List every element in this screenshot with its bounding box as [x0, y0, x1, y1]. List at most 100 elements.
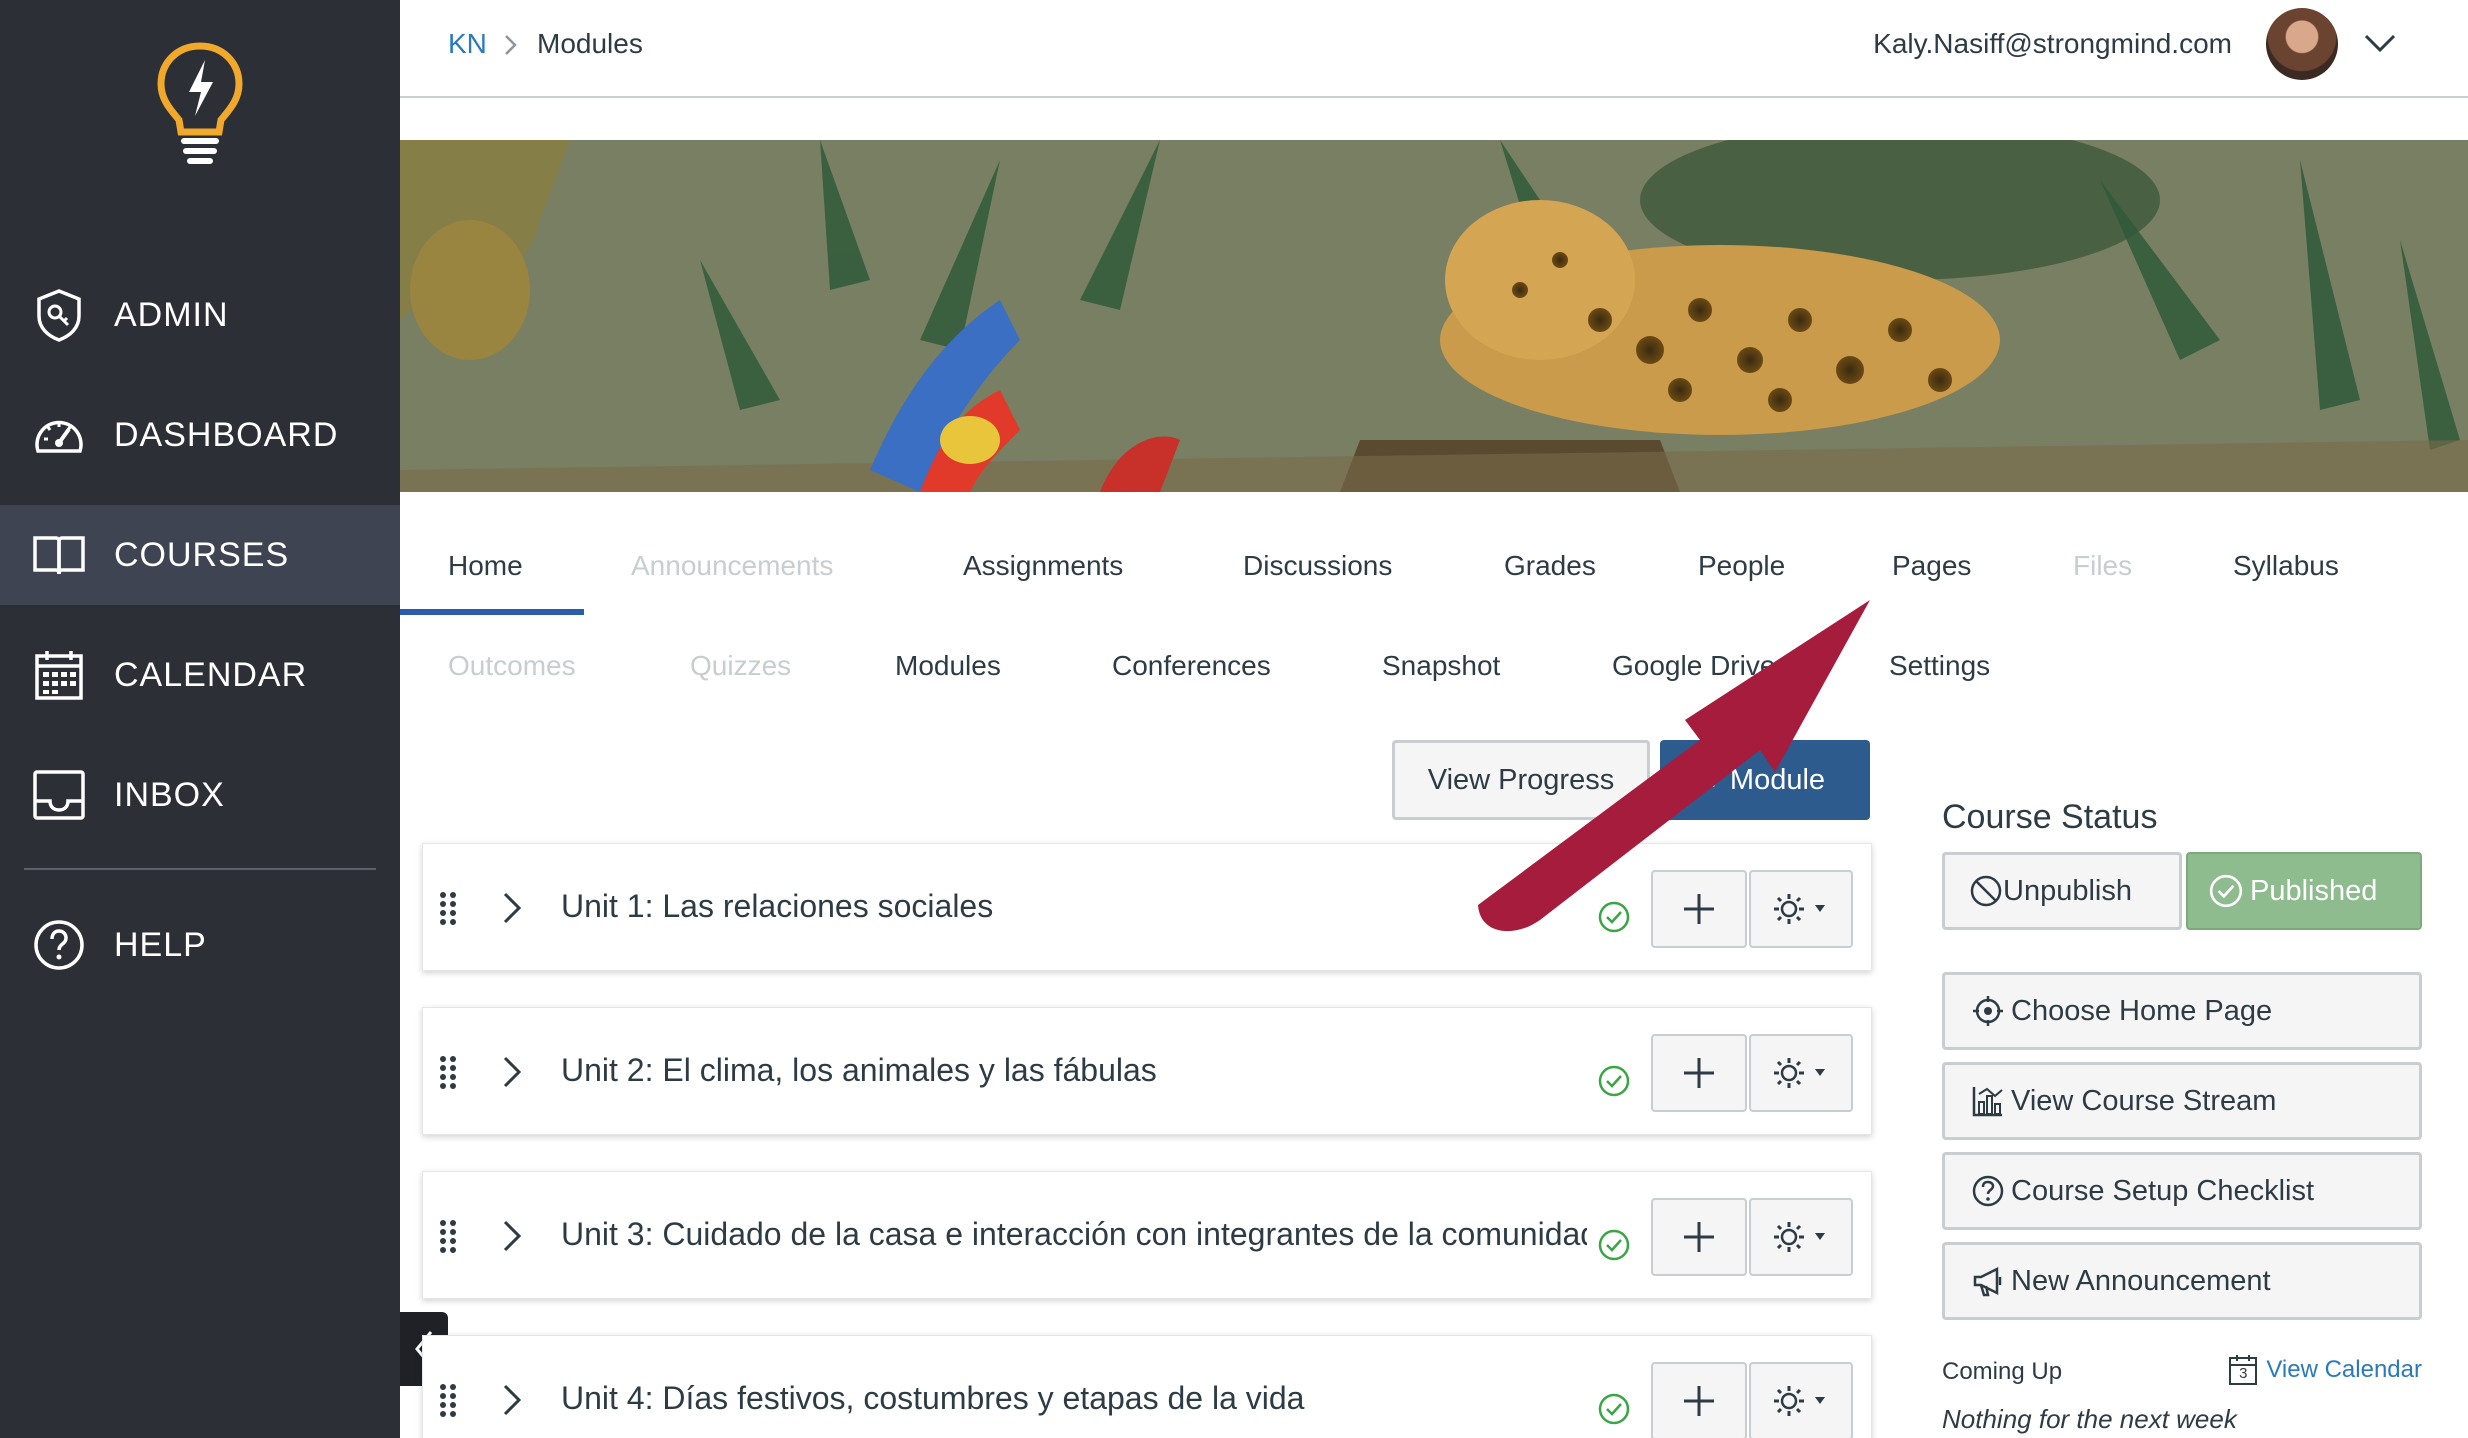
tab-discussions[interactable]: Discussions [1243, 550, 1392, 582]
course-setup-checklist-button[interactable]: Course Setup Checklist [1942, 1152, 2422, 1230]
lightbulb-logo-icon[interactable] [155, 40, 245, 170]
add-item-button[interactable] [1651, 1362, 1747, 1438]
tab-quizzes[interactable]: Quizzes [690, 650, 791, 682]
nav-inbox-label: INBOX [114, 775, 225, 814]
nav-dashboard-label: DASHBOARD [114, 415, 339, 454]
check-circle-icon [2209, 874, 2243, 908]
published-check-icon[interactable] [1597, 1228, 1631, 1262]
tab-files[interactable]: Files [2073, 550, 2132, 582]
module-row: Unit 2: El clima, los animales y las fáb… [422, 1007, 1872, 1135]
breadcrumb-chevron-icon [505, 35, 517, 55]
expand-chevron-icon[interactable] [497, 1216, 527, 1256]
module-title[interactable]: Unit 2: El clima, los animales y las fáb… [561, 1052, 1587, 1089]
speedometer-icon [32, 408, 86, 462]
tab-modules[interactable]: Modules [895, 650, 1001, 682]
course-setup-checklist-label: Course Setup Checklist [2011, 1174, 2315, 1207]
user-avatar[interactable] [2266, 8, 2338, 80]
nav-courses[interactable]: COURSES [0, 505, 400, 605]
inbox-icon [32, 768, 86, 822]
tab-pages[interactable]: Pages [1892, 550, 1971, 582]
tab-assignments[interactable]: Assignments [963, 550, 1123, 582]
user-email[interactable]: Kaly.Nasiff@strongmind.com [1873, 28, 2232, 60]
expand-chevron-icon[interactable] [497, 1052, 527, 1092]
view-progress-button[interactable]: View Progress [1392, 740, 1650, 820]
coming-up-empty-text: Nothing for the next week [1942, 1404, 2237, 1434]
gear-caret-icon [1774, 1222, 1825, 1252]
nav-dashboard[interactable]: DASHBOARD [0, 385, 400, 485]
expand-chevron-icon[interactable] [497, 1380, 527, 1420]
module-title[interactable]: Unit 3: Cuidado de la casa e interacción… [561, 1216, 1587, 1253]
new-announcement-label: New Announcement [2011, 1264, 2271, 1297]
new-announcement-button[interactable]: New Announcement [1942, 1242, 2422, 1320]
calendar-small-icon: 3 [2228, 1354, 2258, 1386]
nav-help[interactable]: HELP [0, 895, 400, 995]
nav-calendar-label: CALENDAR [114, 655, 308, 694]
add-item-button[interactable] [1651, 1198, 1747, 1276]
target-icon [1973, 996, 2003, 1026]
published-check-icon[interactable] [1597, 1064, 1631, 1098]
drag-handle-icon[interactable] [437, 1054, 459, 1090]
chevron-down-icon[interactable] [2362, 30, 2398, 56]
plus-icon [1684, 1222, 1714, 1252]
question-circle-icon [1972, 1175, 2004, 1207]
view-course-stream-button[interactable]: View Course Stream [1942, 1062, 2422, 1140]
nav-admin[interactable]: ADMIN [0, 265, 400, 365]
tab-outcomes[interactable]: Outcomes [448, 650, 576, 682]
module-title[interactable]: Unit 1: Las relaciones sociales [561, 888, 1587, 925]
megaphone-icon [1973, 1266, 2002, 1297]
published-check-icon[interactable] [1597, 900, 1631, 934]
module-settings-button[interactable] [1749, 1034, 1853, 1112]
plus-icon [1684, 894, 1714, 924]
tab-conferences[interactable]: Conferences [1112, 650, 1271, 682]
nav-inbox[interactable]: INBOX [0, 745, 400, 845]
module-row: Unit 4: Días festivos, costumbres y etap… [422, 1335, 1872, 1438]
unpublish-label: Unpublish [2003, 874, 2132, 907]
coming-up-heading: Coming Up [1942, 1358, 2063, 1385]
nav-divider [24, 868, 376, 870]
course-banner-image [400, 140, 2468, 492]
active-tab-indicator [400, 609, 584, 615]
module-row: Unit 1: Las relaciones sociales [422, 843, 1872, 971]
tab-google-drive[interactable]: Google Drive [1612, 650, 1775, 682]
calendar-icon [32, 648, 86, 702]
add-item-button[interactable] [1651, 1034, 1747, 1112]
nav-courses-label: COURSES [114, 535, 290, 574]
tab-home[interactable]: Home [448, 550, 523, 582]
module-settings-button[interactable] [1749, 1362, 1853, 1438]
tab-announcements[interactable]: Announcements [631, 550, 833, 582]
add-module-button[interactable]: + Module [1660, 740, 1870, 820]
view-calendar-link[interactable]: 3 View Calendar [2228, 1354, 2422, 1386]
view-calendar-label: View Calendar [2266, 1356, 2422, 1383]
choose-home-page-button[interactable]: Choose Home Page [1942, 972, 2422, 1050]
published-button[interactable]: Published [2186, 852, 2422, 930]
module-settings-button[interactable] [1749, 870, 1853, 948]
module-title[interactable]: Unit 4: Días festivos, costumbres y etap… [561, 1380, 1587, 1417]
ban-icon [1970, 875, 2002, 907]
drag-handle-icon[interactable] [437, 1218, 459, 1254]
breadcrumb-course-link[interactable]: KN [448, 28, 487, 60]
tab-snapshot[interactable]: Snapshot [1382, 650, 1500, 682]
tab-settings[interactable]: Settings [1889, 650, 1990, 682]
tab-syllabus[interactable]: Syllabus [2233, 550, 2339, 582]
drag-handle-icon[interactable] [437, 1382, 459, 1418]
unpublish-button[interactable]: Unpublish [1942, 852, 2182, 930]
help-circle-icon [32, 918, 86, 972]
published-label: Published [2250, 874, 2378, 907]
module-row: Unit 3: Cuidado de la casa e interacción… [422, 1171, 1872, 1299]
tab-grades[interactable]: Grades [1504, 550, 1596, 582]
gear-caret-icon [1774, 1058, 1825, 1088]
global-nav-sidebar: ADMIN DASHBOARD COURSES CALENDAR INBOX H… [0, 0, 400, 1438]
published-check-icon[interactable] [1597, 1392, 1631, 1426]
gear-caret-icon [1774, 894, 1825, 924]
calendar-day-number: 3 [2239, 1365, 2248, 1382]
nav-admin-label: ADMIN [114, 295, 229, 334]
nav-help-label: HELP [114, 925, 207, 964]
nav-calendar[interactable]: CALENDAR [0, 625, 400, 725]
course-status-heading: Course Status [1942, 798, 2158, 836]
module-settings-button[interactable] [1749, 1198, 1853, 1276]
expand-chevron-icon[interactable] [497, 888, 527, 928]
add-item-button[interactable] [1651, 870, 1747, 948]
drag-handle-icon[interactable] [437, 890, 459, 926]
bar-chart-icon [1972, 1087, 2003, 1117]
tab-people[interactable]: People [1698, 550, 1785, 582]
